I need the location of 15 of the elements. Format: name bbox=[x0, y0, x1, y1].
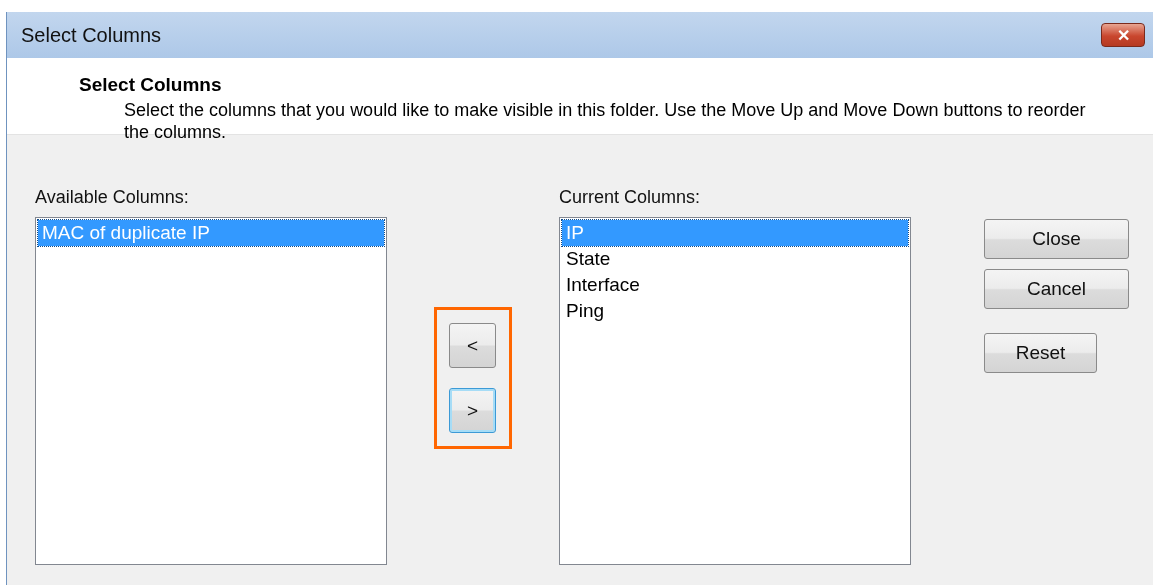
move-button[interactable]: > bbox=[449, 388, 496, 433]
dialog-button[interactable]: Close bbox=[984, 219, 1129, 259]
window-title: Select Columns bbox=[21, 23, 162, 47]
move-button[interactable]: < bbox=[449, 323, 496, 368]
dialog-button[interactable]: Cancel bbox=[984, 269, 1129, 309]
list-item[interactable]: Interface bbox=[562, 272, 908, 298]
close-icon[interactable]: ✕ bbox=[1101, 23, 1145, 47]
list-label: Available Columns: bbox=[35, 187, 190, 208]
dialog-button[interactable]: Reset bbox=[984, 333, 1097, 373]
list-box[interactable]: IP State Interface Ping bbox=[559, 217, 911, 565]
list-label: Current Columns: bbox=[559, 187, 702, 208]
header-description: Select the columns that you would like to make visible in this folder. Use the Move Up and Move Down buttons to reorder the columns. bbox=[124, 99, 1087, 143]
list-item[interactable]: State bbox=[562, 246, 908, 272]
header-title: Select Columns bbox=[79, 74, 223, 96]
list-item[interactable]: Ping bbox=[562, 298, 908, 324]
